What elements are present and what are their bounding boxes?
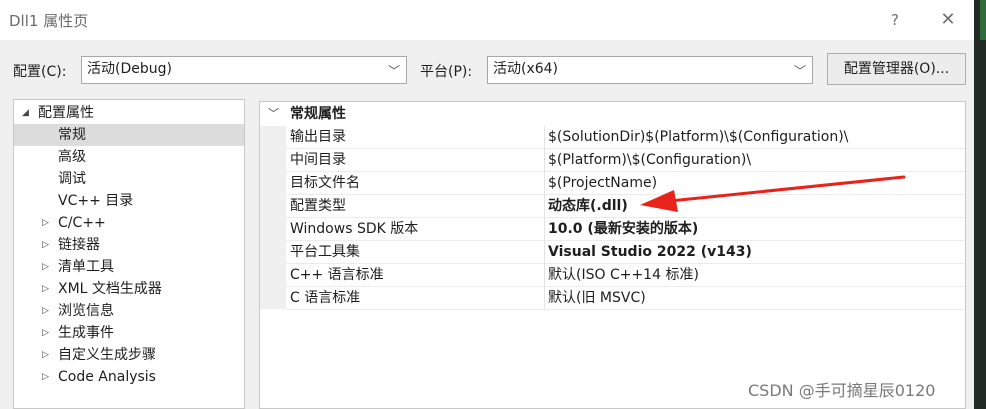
property-value[interactable]: 默认(旧 MSVC) [548, 287, 646, 309]
tree-item[interactable]: 高级 [14, 146, 244, 168]
property-name: 中间目录 [290, 152, 346, 168]
property-row[interactable]: C++ 语言标准 默认(ISO C++14 标准) [286, 264, 965, 287]
grid-column-divider[interactable] [544, 126, 545, 309]
tree-item[interactable]: 常规 [14, 124, 244, 146]
property-value[interactable]: 默认(ISO C++14 标准) [548, 264, 699, 286]
tree-item[interactable]: ▷ Code Analysis [14, 366, 244, 388]
window-title: Dll1 属性页 [9, 12, 89, 30]
property-row[interactable]: 输出目录 $(SolutionDir)$(Platform)\$(Configur… [286, 126, 965, 149]
tree-item-label: 调试 [58, 171, 86, 187]
tree-item[interactable]: ▷ XML 文档生成器 [14, 278, 244, 300]
chevron-down-icon: ﹀ [268, 107, 279, 120]
tree-item-label: C/C++ [58, 215, 106, 231]
collapsed-triangle-icon[interactable]: ▷ [42, 234, 49, 256]
collapsed-triangle-icon[interactable]: ▷ [42, 322, 49, 344]
watermark-text: CSDN @手可摘星辰0120 [748, 381, 936, 400]
tree-item-label: 浏览信息 [58, 303, 114, 319]
collapsed-triangle-icon[interactable]: ▷ [42, 344, 49, 366]
property-name: 输出目录 [290, 129, 346, 145]
tree-item-label: 自定义生成步骤 [58, 347, 156, 363]
tree-item[interactable]: ▷ 浏览信息 [14, 300, 244, 322]
tree-item-label: 清单工具 [58, 259, 114, 275]
help-button[interactable]: ? [884, 8, 906, 32]
tree-root-label: 配置属性 [38, 105, 94, 121]
collapsed-triangle-icon[interactable]: ▷ [42, 212, 49, 234]
property-name: 配置类型 [290, 198, 346, 214]
config-manager-button[interactable]: 配置管理器(O)... [827, 53, 966, 85]
tree-root-config-properties[interactable]: ◢ 配置属性 [14, 102, 244, 124]
tree-item-label: VC++ 目录 [58, 193, 134, 209]
collapsed-triangle-icon[interactable]: ▷ [42, 256, 49, 278]
expanded-triangle-icon: ◢ [22, 108, 29, 118]
platform-select-value: 活动(x64) [493, 61, 559, 77]
property-value[interactable]: 10.0 (最新安装的版本) [548, 218, 698, 240]
property-row[interactable]: C 语言标准 默认(旧 MSVC) [286, 287, 965, 310]
background-window-strip [974, 0, 986, 409]
background-window-accent [980, 0, 986, 40]
property-row[interactable]: 平台工具集 Visual Studio 2022 (v143) [286, 241, 965, 264]
grid-gutter [260, 126, 286, 309]
property-name: 目标文件名 [290, 175, 360, 191]
tree-item[interactable]: ▷ 链接器 [14, 234, 244, 256]
property-value[interactable]: $(SolutionDir)$(Platform)\$(Configuratio… [548, 126, 848, 148]
tree-item[interactable]: ▷ C/C++ [14, 212, 244, 234]
tree-item[interactable]: ▷ 自定义生成步骤 [14, 344, 244, 366]
grid-category-label: 常规属性 [290, 106, 346, 122]
collapsed-triangle-icon[interactable]: ▷ [42, 278, 49, 300]
property-name: C++ 语言标准 [290, 267, 384, 283]
tree-item[interactable]: 调试 [14, 168, 244, 190]
tree-item-label: 生成事件 [58, 325, 114, 341]
tree-item-label: 常规 [58, 127, 86, 143]
property-value[interactable]: Visual Studio 2022 (v143) [548, 241, 752, 263]
property-value[interactable]: $(Platform)\$(Configuration)\ [548, 149, 751, 171]
property-name: C 语言标准 [290, 290, 361, 306]
tree-item-label: 链接器 [58, 237, 100, 253]
close-button[interactable]: ✕ [936, 6, 960, 34]
collapsed-triangle-icon[interactable]: ▷ [42, 366, 49, 388]
tree-item-label: 高级 [58, 149, 86, 165]
collapsed-triangle-icon[interactable]: ▷ [42, 300, 49, 322]
chevron-down-icon: ﹀ [793, 64, 806, 78]
tree-item-label: XML 文档生成器 [58, 281, 162, 297]
title-bar [0, 0, 974, 40]
property-row[interactable]: Windows SDK 版本 10.0 (最新安装的版本) [286, 218, 965, 241]
chevron-down-icon: ﹀ [387, 64, 400, 78]
platform-label: 平台(P): [420, 64, 473, 80]
tree-item[interactable]: VC++ 目录 [14, 190, 244, 212]
tree-item-label: Code Analysis [58, 369, 156, 385]
property-name: 平台工具集 [290, 244, 360, 260]
property-row[interactable]: 中间目录 $(Platform)\$(Configuration)\ [286, 149, 965, 172]
property-value[interactable]: 动态库(.dll) [548, 195, 628, 217]
property-name: Windows SDK 版本 [290, 221, 419, 237]
property-tree[interactable]: ◢ 配置属性 常规高级调试 VC++ 目录 ▷ C/C++ ▷ 链接器 ▷ 清单工具 ▷ XML … [13, 99, 245, 409]
config-label: 配置(C): [13, 64, 67, 80]
grid-category-general[interactable]: ﹀ 常规属性 [260, 102, 965, 126]
config-select-value: 活动(Debug) [87, 61, 172, 77]
platform-select[interactable]: 活动(x64) ﹀ [487, 56, 813, 84]
property-grid[interactable]: ﹀ 常规属性 输出目录 $(SolutionDir)$(Platform)\$(C… [259, 101, 966, 409]
tree-item[interactable]: ▷ 清单工具 [14, 256, 244, 278]
annotation-arrow [640, 175, 906, 212]
tree-item[interactable]: ▷ 生成事件 [14, 322, 244, 344]
config-select[interactable]: 活动(Debug) ﹀ [81, 56, 407, 84]
